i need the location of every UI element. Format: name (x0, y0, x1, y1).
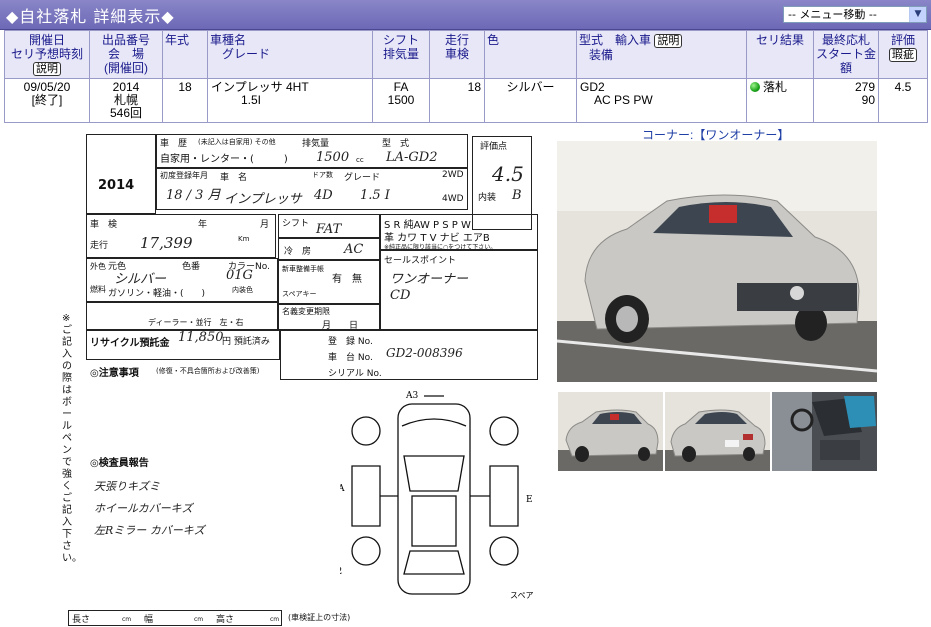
cell-color: シルバー (484, 78, 577, 123)
recycle-value: 11,850 (178, 330, 224, 345)
cell-score: 4.5 (878, 78, 928, 123)
thumbnail-interior[interactable] (772, 392, 877, 471)
model-code-value: LA-GD2 (386, 150, 438, 165)
status-dot-icon (750, 82, 760, 92)
selling-point-1: ワンオーナー (390, 272, 469, 287)
cell-model: インプレッサ 4HT 1.5I (207, 78, 373, 123)
defect-button[interactable]: 瑕疵 (889, 48, 917, 62)
car-front-image (557, 141, 877, 382)
registration-value: 18 / 3 月 (166, 188, 221, 203)
header-color: 色 (484, 30, 577, 79)
type-explain-button[interactable]: 説明 (654, 34, 683, 48)
lot-box (86, 134, 156, 214)
report-line-3: 左Rミラー カバーキズ (94, 524, 205, 537)
header-score: 評価 瑕疵 (878, 30, 928, 79)
report-line-2: ホイールカバーキズ (94, 502, 193, 515)
cell-mileage: 18 (429, 78, 485, 123)
sheet-shift-value: FAT (316, 222, 342, 237)
doors-value: 4D (314, 188, 333, 203)
sheet-grade-value: 1.5 I (360, 188, 390, 203)
svg-text:E: E (526, 495, 533, 505)
cell-shift: FA 1500 (372, 78, 430, 123)
manual-value: 有 無 (332, 274, 362, 285)
table-header-row: 開催日 セリ予想時刻 説明 出品番号 会 場 (開催回) 年式 車種名 グレード… (4, 30, 928, 79)
color-code-value: 01G (226, 268, 253, 283)
chevron-down-icon[interactable]: ▼ (909, 7, 926, 22)
sheet-color-value: シルバー (114, 272, 167, 287)
car-thumb-rear-image (665, 392, 770, 471)
cell-date: 09/05/20 [終了] (4, 78, 90, 123)
car-thumb-interior-image (772, 392, 877, 471)
fuel-value: ガソリン・軽油・( ) (108, 289, 206, 299)
date-explain-button[interactable]: 説明 (33, 62, 61, 76)
car-history-value: 自家用・レンター・( ) (160, 154, 288, 165)
header-model: 車種名 グレード (207, 30, 373, 79)
vertical-note: ※ご記入の際はボールペンで強くご記入下さい。 (62, 313, 82, 564)
chassis-value: GD2-008396 (386, 346, 463, 360)
cell-year: 18 (162, 78, 208, 123)
sheet-score-value: 4.5 (492, 162, 524, 186)
dimensions-box (68, 610, 282, 626)
svg-text:A: A (340, 484, 345, 494)
thumbnail-front[interactable] (558, 392, 663, 471)
cell-result: 落札 (746, 78, 814, 123)
auction-info-table: 開催日 セリ予想時刻 説明 出品番号 会 場 (開催回) 年式 車種名 グレード… (4, 30, 928, 123)
header-year: 年式 (162, 30, 208, 79)
inspection-sheet: ※ご記入の際はボールペンで強くご記入下さい。 2014 車 歴 (未記入は自家用… (60, 128, 550, 627)
cell-price: 279 90 (813, 78, 879, 123)
selling-point-2: CD (390, 288, 411, 303)
svg-text:A2: A2 (340, 567, 342, 577)
car-thumb-front-image (558, 392, 663, 471)
page-title: ◆自社落札 詳細表示◆ (6, 7, 175, 26)
header-type: 型式 輸入車 説明 装備 (576, 30, 747, 79)
header-lot: 出品番号 会 場 (開催回) (89, 30, 163, 79)
title-bar: ◆自社落札 詳細表示◆ -- メニュー移動 -- ▼ (0, 0, 931, 30)
header-mileage: 走行 車検 (429, 30, 485, 79)
interior-grade-value: B (512, 188, 522, 203)
ac-value: AC (344, 242, 364, 257)
main-car-photo[interactable] (557, 141, 877, 382)
header-price: 最終応札 スタート金額 (813, 30, 879, 79)
table-row: 09/05/20 [終了] 2014 札幌 546回 18 インプレッサ 4HT… (4, 78, 928, 123)
svg-text:スペア: スペア (510, 591, 533, 600)
sheet-lot-number: 2014 (98, 178, 135, 193)
menu-navigation-select[interactable]: -- メニュー移動 -- ▼ (783, 6, 927, 23)
cell-type: GD2 AC PS PW (576, 78, 747, 123)
menu-select-value: -- メニュー移動 -- (788, 8, 877, 21)
report-line-1: 天張りキズミ (94, 480, 160, 493)
displacement-value: 1500 (316, 150, 350, 165)
car-diagram: A3 A E A2 スペア (340, 391, 533, 600)
sheet-mileage-value: 17,399 (140, 234, 193, 252)
cell-lot: 2014 札幌 546回 (89, 78, 163, 123)
header-shift: シフト 排気量 (372, 30, 430, 79)
svg-text:A3: A3 (405, 391, 418, 401)
car-name-value: インプレッサ (224, 192, 302, 207)
header-result: セリ結果 (746, 30, 814, 79)
thumbnail-rear[interactable] (665, 392, 770, 471)
header-date: 開催日 セリ予想時刻 説明 (4, 30, 90, 79)
